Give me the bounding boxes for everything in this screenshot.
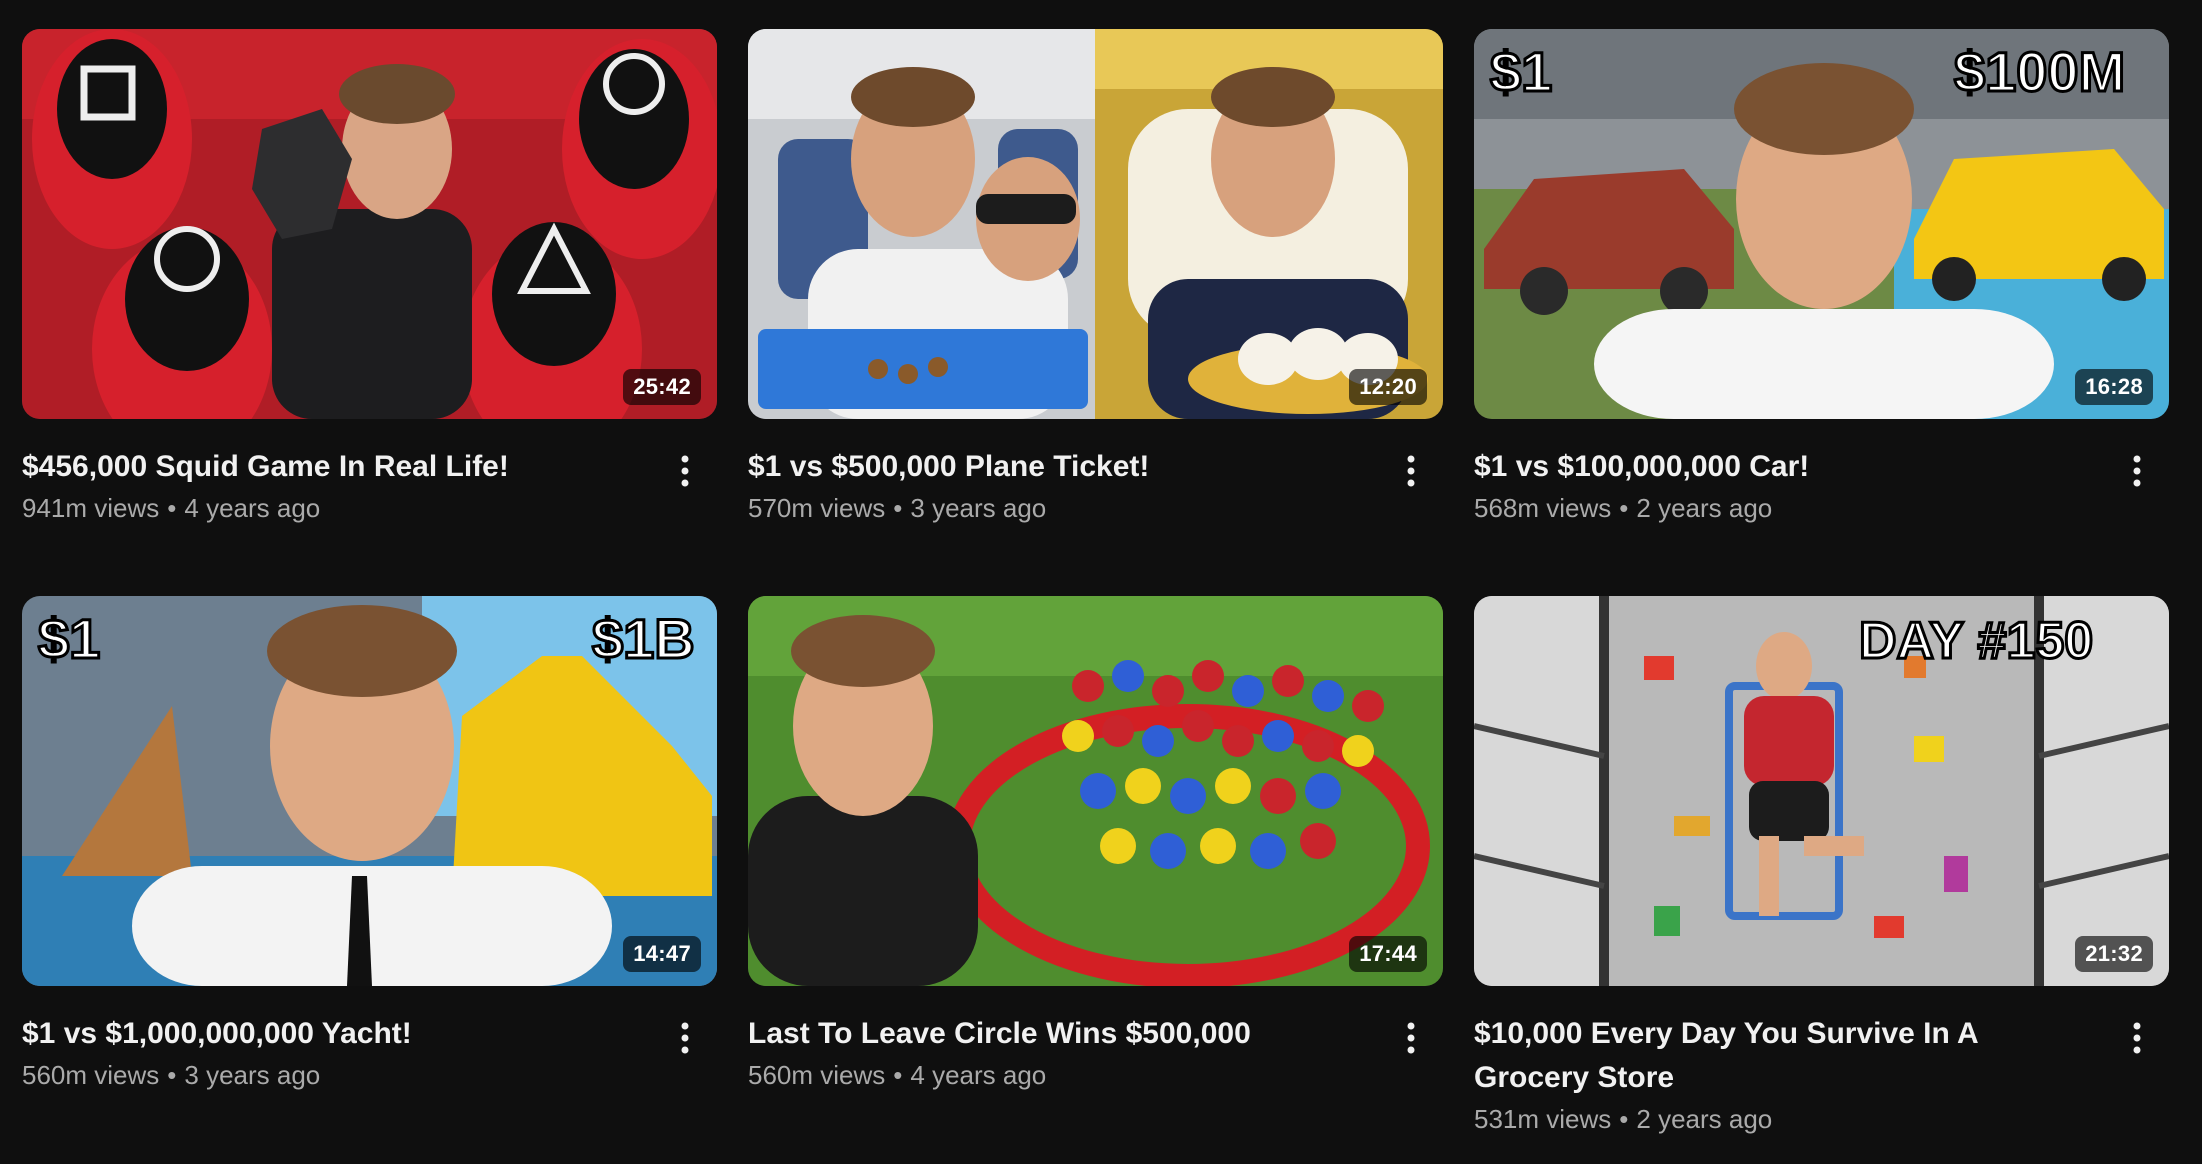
more-vert-icon	[681, 1022, 689, 1054]
video-meta: $1 vs $100,000,000 Car! 568m views • 2 yea…	[1474, 445, 2169, 527]
more-actions-button[interactable]	[2117, 451, 2157, 491]
more-actions-button[interactable]	[665, 1018, 705, 1058]
more-vert-icon	[2133, 455, 2141, 487]
more-vert-icon	[1407, 455, 1415, 487]
video-age: 3 years ago	[184, 1060, 321, 1090]
thumbnail-text-right: $100M	[1954, 40, 2125, 103]
video-age: 3 years ago	[910, 493, 1047, 523]
more-vert-icon	[1407, 1022, 1415, 1054]
video-duration: 14:47	[623, 936, 701, 972]
video-title[interactable]: $1 vs $500,000 Plane Ticket!	[748, 445, 1373, 489]
video-stats: 560m views • 4 years ago	[748, 1056, 1373, 1094]
video-meta: $1 vs $1,000,000,000 Yacht! 560m views • 3…	[22, 1012, 717, 1094]
video-age: 4 years ago	[184, 493, 321, 523]
more-actions-button[interactable]	[2117, 1018, 2157, 1058]
video-thumbnail[interactable]: $1 $1B 14:47	[22, 596, 717, 986]
separator: •	[167, 1060, 177, 1090]
video-views: 568m views	[1474, 493, 1612, 523]
video-duration: 25:42	[623, 369, 701, 405]
more-actions-button[interactable]	[1391, 451, 1431, 491]
video-thumbnail[interactable]: DAY #150 21:32	[1474, 596, 2169, 986]
video-meta: $456,000 Squid Game In Real Life! 941m v…	[22, 445, 717, 527]
thumbnail-text-left: $1	[1490, 40, 1552, 103]
video-grid: 25:42 $456,000 Squid Game In Real Life! …	[22, 29, 2169, 1163]
more-actions-button[interactable]	[1391, 1018, 1431, 1058]
video-card[interactable]: $1 $1B 14:47 $1 vs $1,000,000,000 Yacht!…	[22, 596, 717, 1163]
video-duration: 17:44	[1349, 936, 1427, 972]
video-card[interactable]: 25:42 $456,000 Squid Game In Real Life! …	[22, 29, 717, 596]
video-stats: 941m views • 4 years ago	[22, 489, 647, 527]
video-age: 2 years ago	[1636, 1104, 1773, 1134]
video-title[interactable]: $10,000 Every Day You Survive In A Groce…	[1474, 1012, 2099, 1100]
thumbnail-text-right: DAY #150	[1859, 612, 2093, 670]
video-thumbnail[interactable]: 25:42	[22, 29, 717, 419]
video-meta: $1 vs $500,000 Plane Ticket! 570m views •…	[748, 445, 1443, 527]
thumbnail-text-left: $1	[38, 607, 100, 670]
video-card[interactable]: $1 $100M 16:28 $1 vs $100,000,000 Car! 5…	[1474, 29, 2169, 596]
more-actions-button[interactable]	[665, 451, 705, 491]
video-age: 2 years ago	[1636, 493, 1773, 523]
video-stats: 560m views • 3 years ago	[22, 1056, 647, 1094]
separator: •	[893, 1060, 903, 1090]
video-duration: 16:28	[2075, 369, 2153, 405]
video-views: 560m views	[748, 1060, 886, 1090]
more-vert-icon	[2133, 1022, 2141, 1054]
separator: •	[1619, 1104, 1629, 1134]
video-card[interactable]: DAY #150 21:32 $10,000 Every Day You Sur…	[1474, 596, 2169, 1163]
video-views: 531m views	[1474, 1104, 1612, 1134]
video-title[interactable]: $456,000 Squid Game In Real Life!	[22, 445, 647, 489]
video-title[interactable]: $1 vs $1,000,000,000 Yacht!	[22, 1012, 647, 1056]
video-views: 570m views	[748, 493, 886, 523]
more-vert-icon	[681, 455, 689, 487]
separator: •	[167, 493, 177, 523]
video-thumbnail[interactable]: 12:20	[748, 29, 1443, 419]
video-views: 941m views	[22, 493, 160, 523]
video-age: 4 years ago	[910, 1060, 1047, 1090]
video-meta: Last To Leave Circle Wins $500,000 560m …	[748, 1012, 1443, 1094]
video-stats: 570m views • 3 years ago	[748, 489, 1373, 527]
thumbnail-text-right: $1B	[592, 607, 695, 670]
video-stats: 568m views • 2 years ago	[1474, 489, 2099, 527]
video-duration: 12:20	[1349, 369, 1427, 405]
video-title[interactable]: Last To Leave Circle Wins $500,000	[748, 1012, 1373, 1056]
video-thumbnail[interactable]: $1 $100M 16:28	[1474, 29, 2169, 419]
video-thumbnail[interactable]: 17:44	[748, 596, 1443, 986]
video-duration: 21:32	[2075, 936, 2153, 972]
video-meta: $10,000 Every Day You Survive In A Groce…	[1474, 1012, 2169, 1138]
video-title[interactable]: $1 vs $100,000,000 Car!	[1474, 445, 2099, 489]
separator: •	[893, 493, 903, 523]
video-card[interactable]: 12:20 $1 vs $500,000 Plane Ticket! 570m …	[748, 29, 1443, 596]
separator: •	[1619, 493, 1629, 523]
video-views: 560m views	[22, 1060, 160, 1090]
video-stats: 531m views • 2 years ago	[1474, 1100, 2099, 1138]
video-card[interactable]: 17:44 Last To Leave Circle Wins $500,000…	[748, 596, 1443, 1163]
